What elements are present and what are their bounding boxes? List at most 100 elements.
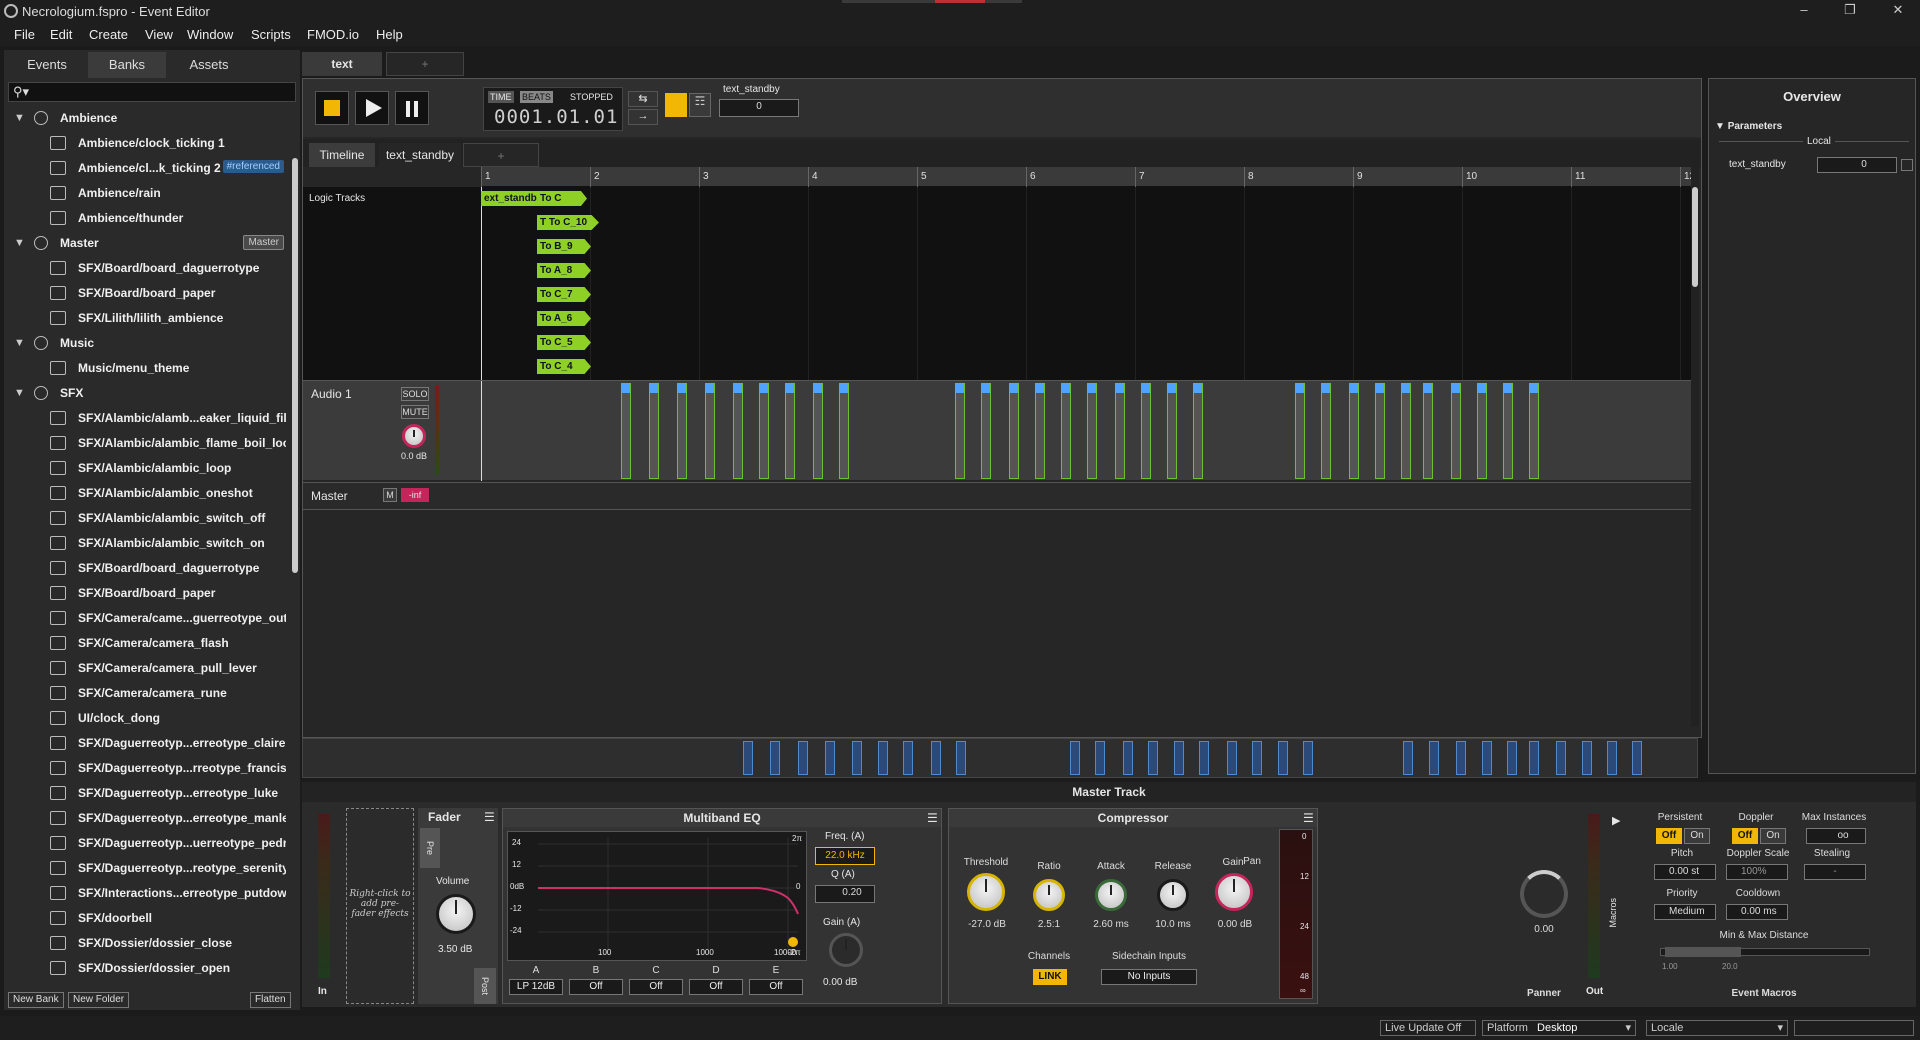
audio-clip[interactable] bbox=[1503, 383, 1513, 479]
audio-clip[interactable] bbox=[1009, 383, 1019, 479]
event-item[interactable]: SFX/Daguerreotyp...rreotype_francis bbox=[8, 758, 286, 778]
audio-clip[interactable] bbox=[839, 383, 849, 479]
expand-arrow-icon[interactable]: ▼ bbox=[14, 112, 25, 124]
eq-graph[interactable]: 24 12 0dB -12 -24 100 1000 10000 2π 0 -2… bbox=[507, 831, 807, 961]
add-parameter-tab-button[interactable]: + bbox=[463, 143, 539, 167]
timeline-scrollbar[interactable] bbox=[1692, 187, 1698, 287]
tab-timeline[interactable]: Timeline bbox=[309, 143, 375, 167]
ratio-knob[interactable] bbox=[1033, 879, 1065, 911]
event-item[interactable]: SFX/Lilith/lilith_ambience bbox=[8, 308, 286, 328]
eq-gain-knob[interactable] bbox=[829, 933, 863, 967]
audio-clip[interactable] bbox=[955, 383, 965, 479]
event-item[interactable]: SFX/Camera/camera_flash bbox=[8, 633, 286, 653]
right-param-value[interactable]: 0 bbox=[1817, 157, 1897, 173]
event-item[interactable]: SFX/Daguerreotyp...erreotype_manley bbox=[8, 808, 286, 828]
expand-arrow-icon[interactable]: ▼ bbox=[14, 237, 25, 249]
eq-band-dropdown[interactable]: Off bbox=[749, 979, 803, 995]
macros-expand-icon[interactable]: ▶ bbox=[1612, 814, 1620, 827]
event-item[interactable]: SFX/Daguerreotyp...reotype_serenity bbox=[8, 858, 286, 878]
menu-file[interactable]: File bbox=[14, 27, 35, 42]
tab-events[interactable]: Events bbox=[8, 52, 86, 78]
restore-icon[interactable]: ❐ bbox=[1836, 2, 1864, 20]
expand-arrow-icon[interactable]: ▼ bbox=[14, 387, 25, 399]
param-checkbox[interactable] bbox=[1901, 159, 1913, 171]
status-blank-field[interactable] bbox=[1794, 1020, 1914, 1036]
audio-clip[interactable] bbox=[1401, 383, 1411, 479]
event-item[interactable]: SFX/Alambic/alambic_switch_off bbox=[8, 508, 286, 528]
parameters-section[interactable]: ▼ Parameters bbox=[1715, 121, 1782, 132]
menu-fmodio[interactable]: FMOD.io bbox=[307, 27, 359, 42]
timeline-ruler[interactable]: 1 2 3 4 5 6 7 8 9 10 11 12 bbox=[481, 167, 1695, 187]
event-item[interactable]: SFX/Daguerreotyp...erreotype_claire bbox=[8, 733, 286, 753]
event-item[interactable]: SFX/Alambic/alamb...eaker_liquid_fill bbox=[8, 408, 286, 428]
eq-q-field[interactable]: 0.20 bbox=[815, 885, 875, 903]
distance-slider[interactable] bbox=[1660, 947, 1870, 957]
event-item[interactable]: SFX/Alambic/alambic_switch_on bbox=[8, 533, 286, 553]
audio-clip[interactable] bbox=[1423, 383, 1433, 479]
expand-arrow-icon[interactable]: ▼ bbox=[14, 337, 25, 349]
event-item[interactable]: SFX/Dossier/dossier_open bbox=[8, 958, 286, 978]
cooldown-field[interactable]: 0.00 ms bbox=[1726, 904, 1788, 920]
transition-marker[interactable]: To C_5 bbox=[537, 335, 591, 350]
master-level-knob[interactable]: -inf bbox=[401, 488, 429, 502]
transition-marker[interactable]: To C_7 bbox=[537, 287, 591, 302]
event-item[interactable]: SFX/Interactions...erreotype_putdown bbox=[8, 883, 286, 903]
master-mute-button[interactable]: M bbox=[383, 488, 397, 502]
audio-clip[interactable] bbox=[1087, 383, 1097, 479]
audio-clip[interactable] bbox=[981, 383, 991, 479]
tab-text-standby[interactable]: text_standby bbox=[379, 143, 461, 167]
new-folder-button[interactable]: New Folder bbox=[68, 992, 130, 1008]
add-event-tab-button[interactable]: + bbox=[386, 52, 464, 76]
audio-clip[interactable] bbox=[705, 383, 715, 479]
mixer-view-icon[interactable]: ☶ bbox=[689, 93, 711, 117]
beats-tab[interactable]: BEATS bbox=[520, 91, 553, 103]
playhead[interactable] bbox=[481, 187, 482, 380]
event-item[interactable]: SFX/Daguerreotyp...uerreotype_pedro bbox=[8, 833, 286, 853]
transition-marker[interactable]: To A_6 bbox=[537, 311, 591, 326]
audio-clip[interactable] bbox=[1167, 383, 1177, 479]
eq-band-dropdown[interactable]: Off bbox=[629, 979, 683, 995]
pause-button[interactable] bbox=[395, 91, 429, 125]
transition-marker[interactable]: To C_4 bbox=[537, 359, 591, 374]
max-instances-field[interactable]: oo bbox=[1806, 828, 1866, 844]
track-volume-knob[interactable] bbox=[402, 424, 426, 448]
live-update-button[interactable]: Live Update Off bbox=[1380, 1020, 1476, 1036]
event-item[interactable]: Ambience/rain bbox=[8, 183, 286, 203]
play-button[interactable] bbox=[355, 91, 389, 125]
doppler-scale-field[interactable]: 100% bbox=[1726, 864, 1788, 880]
threshold-knob[interactable] bbox=[967, 873, 1005, 911]
locale-dropdown[interactable]: Locale ▾ bbox=[1646, 1020, 1788, 1036]
close-icon[interactable]: ✕ bbox=[1884, 2, 1912, 20]
persistent-on-button[interactable]: On bbox=[1684, 828, 1710, 844]
persistent-off-button[interactable]: Off bbox=[1656, 828, 1682, 844]
event-item[interactable]: SFX/Board/board_daguerrotype bbox=[8, 558, 286, 578]
link-button[interactable]: LINK bbox=[1033, 969, 1067, 985]
event-item[interactable]: Ambience/cl...k_ticking 2 #referenced bbox=[8, 158, 286, 178]
audio-clip[interactable] bbox=[1061, 383, 1071, 479]
stop-button[interactable] bbox=[315, 91, 349, 125]
event-item[interactable]: Ambience/clock_ticking 1 bbox=[8, 133, 286, 153]
pre-fader-slot[interactable]: Right-click to add pre-fader effects bbox=[346, 808, 414, 1004]
audio-clip[interactable] bbox=[1349, 383, 1359, 479]
attack-knob[interactable] bbox=[1095, 879, 1127, 911]
audio-clip[interactable] bbox=[1115, 383, 1125, 479]
fader-volume-knob[interactable] bbox=[436, 894, 476, 934]
event-item[interactable]: SFX/doorbell bbox=[8, 908, 286, 928]
menu-view[interactable]: View bbox=[145, 27, 173, 42]
event-item[interactable]: SFX/Camera/came...guerreotype_out bbox=[8, 608, 286, 628]
tab-assets[interactable]: Assets bbox=[170, 52, 248, 78]
transition-marker[interactable]: To A_8 bbox=[537, 263, 591, 278]
release-knob[interactable] bbox=[1157, 879, 1189, 911]
audio-clip[interactable] bbox=[813, 383, 823, 479]
list-view-icon[interactable] bbox=[665, 93, 687, 117]
solo-button[interactable]: SOLO bbox=[401, 387, 429, 401]
logic-tracks-area[interactable]: Logic Tracks ext_standby To CT To C_10 To … bbox=[303, 187, 1691, 380]
doppler-on-button[interactable]: On bbox=[1760, 828, 1786, 844]
menu-window[interactable]: Window bbox=[187, 27, 233, 42]
sidechain-dropdown[interactable]: No Inputs bbox=[1101, 969, 1197, 985]
event-item[interactable]: SFX/Alambic/alambic_flame_boil_loop bbox=[8, 433, 286, 453]
event-item[interactable]: SFX/Alambic/alambic_loop bbox=[8, 458, 286, 478]
bank-item[interactable]: ▼ Master Master bbox=[8, 233, 286, 253]
event-item[interactable]: SFX/Camera/camera_rune bbox=[8, 683, 286, 703]
event-item[interactable]: SFX/Camera/camera_pull_lever bbox=[8, 658, 286, 678]
